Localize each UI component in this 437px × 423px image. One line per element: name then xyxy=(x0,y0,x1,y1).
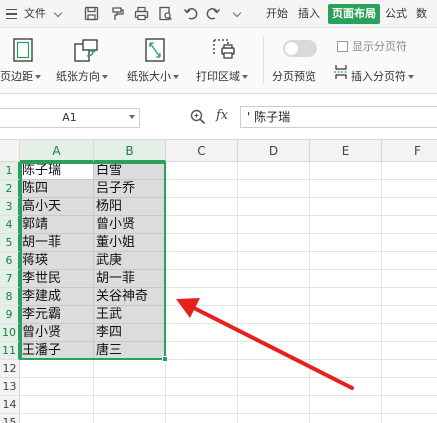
paper-size-button[interactable]: 纸张大小 xyxy=(127,68,179,84)
page-orientation-button[interactable]: 纸张方向 xyxy=(56,68,108,84)
undo-icon[interactable] xyxy=(183,6,198,21)
quick-access-more-icon[interactable] xyxy=(232,8,242,18)
redo-icon[interactable] xyxy=(206,6,221,21)
show-page-breaks-label[interactable]: 显示分页符 xyxy=(352,38,407,54)
formula-input[interactable]: ' 陈子瑞 xyxy=(240,106,437,128)
hamburger-icon[interactable] xyxy=(6,9,17,19)
page-margins-button[interactable]: 页边距 xyxy=(0,68,41,84)
page-break-preview-toggle[interactable] xyxy=(283,40,317,57)
print-area-button[interactable]: 打印区域 xyxy=(196,68,248,84)
insert-page-break-icon xyxy=(334,65,348,79)
show-page-breaks-checkbox[interactable] xyxy=(337,41,348,52)
tab-formulas[interactable]: 公式 xyxy=(385,0,407,28)
zoom-search-icon[interactable] xyxy=(190,109,206,125)
menu-bar: 文件 开始 插入 页面布局 公式 数据 xyxy=(0,0,437,48)
tab-page-layout[interactable]: 页面布局 xyxy=(328,4,380,24)
insert-page-break-button[interactable]: 插入分页符 xyxy=(351,68,414,84)
save-icon[interactable] xyxy=(84,6,99,21)
fx-icon[interactable]: fx xyxy=(216,108,228,123)
page-margins-icon xyxy=(13,38,33,62)
ribbon-separator xyxy=(263,36,264,84)
print-preview-icon[interactable] xyxy=(158,6,173,21)
page-orientation-icon xyxy=(74,39,98,62)
print-icon[interactable] xyxy=(134,6,149,21)
tab-insert[interactable]: 插入 xyxy=(298,0,320,28)
name-box-dropdown-icon[interactable] xyxy=(129,115,135,119)
chevron-down-icon[interactable] xyxy=(53,8,63,18)
red-arrow-annotation xyxy=(176,298,354,390)
paper-size-icon xyxy=(145,38,165,62)
spreadsheet-grid: ABCDEF 1 2 3 4 5 6 7 8 9 10 11 12 13 14 15 陈子瑞 白雪 陈四 吕子乔高… xyxy=(0,140,437,423)
page-break-preview-label[interactable]: 分页预览 xyxy=(272,68,316,84)
menu-file[interactable]: 文件 xyxy=(24,0,46,28)
tab-home[interactable]: 开始 xyxy=(266,0,288,28)
tab-data[interactable]: 数据 xyxy=(416,0,437,48)
format-painter-icon[interactable] xyxy=(110,6,125,21)
ribbon: 页边距 纸张方向 纸张大小 打印区域 分页预览 显示分页符 插入分页符 xyxy=(0,28,437,94)
name-box[interactable]: A1 xyxy=(0,108,140,128)
print-area-icon xyxy=(213,39,235,59)
formula-bar: A1 fx ' 陈子瑞 xyxy=(0,94,437,140)
